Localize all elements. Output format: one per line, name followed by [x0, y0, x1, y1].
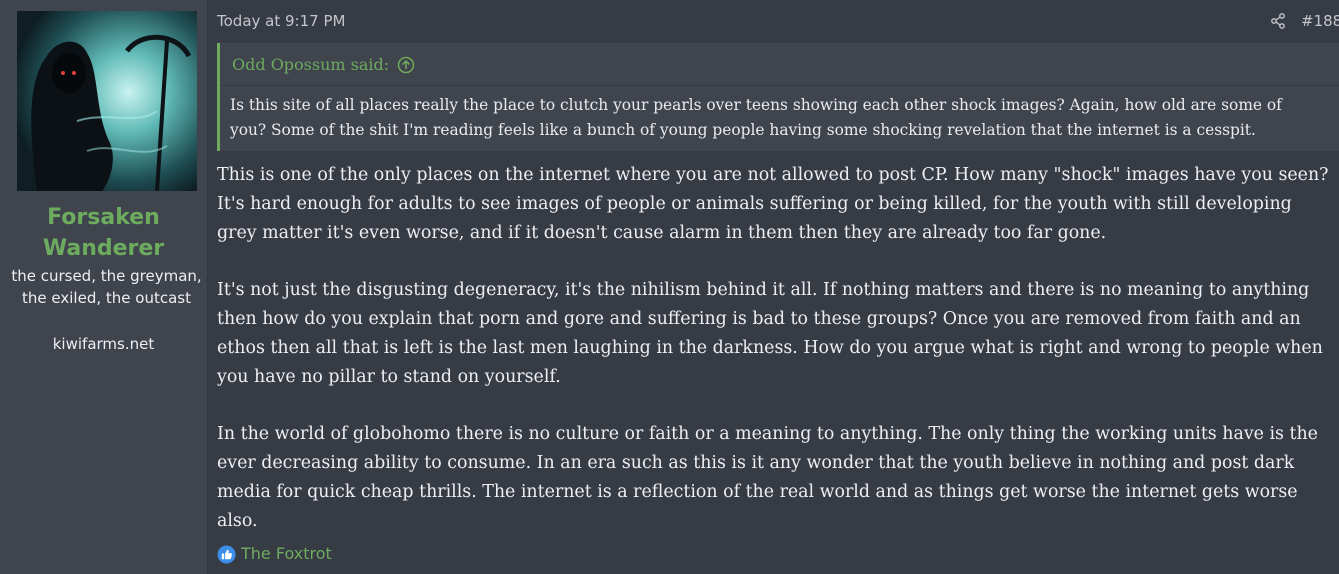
quote-author[interactable]: Odd Opossum said: [232, 55, 389, 75]
post-paragraph: It's not just the disgusting degeneracy,… [217, 280, 1323, 387]
avatar[interactable] [17, 11, 197, 191]
post-number[interactable]: #188 [1301, 11, 1339, 31]
quote-block: Odd Opossum said: Is this site of all pl… [217, 43, 1339, 151]
user-title: the cursed, the greyman, the exiled, the… [11, 267, 202, 307]
quote-divider [220, 85, 1339, 86]
post-paragraph: This is one of the only places on the in… [217, 165, 1329, 243]
post-timestamp[interactable]: Today at 9:17 PM [217, 11, 345, 31]
share-icon[interactable] [1269, 12, 1287, 30]
quote-header[interactable]: Odd Opossum said: [232, 55, 415, 75]
post-body: This is one of the only places on the in… [217, 161, 1335, 564]
user-site: kiwifarms.net [52, 335, 155, 353]
reaper-avatar-image [17, 11, 197, 191]
post-paragraph: In the world of globohomo there is no cu… [217, 424, 1318, 531]
quote-text: Is this site of all places really the pl… [230, 96, 1282, 139]
reaction-user[interactable]: The Foxtrot [241, 543, 332, 565]
arrow-up-circle-icon[interactable] [397, 56, 415, 74]
like-icon[interactable] [217, 544, 236, 564]
reaction-bar[interactable]: The Foxtrot [217, 543, 332, 565]
username[interactable]: Forsaken Wanderer [0, 202, 207, 264]
user-sidebar: Forsaken Wanderer the cursed, the greyma… [0, 0, 208, 574]
